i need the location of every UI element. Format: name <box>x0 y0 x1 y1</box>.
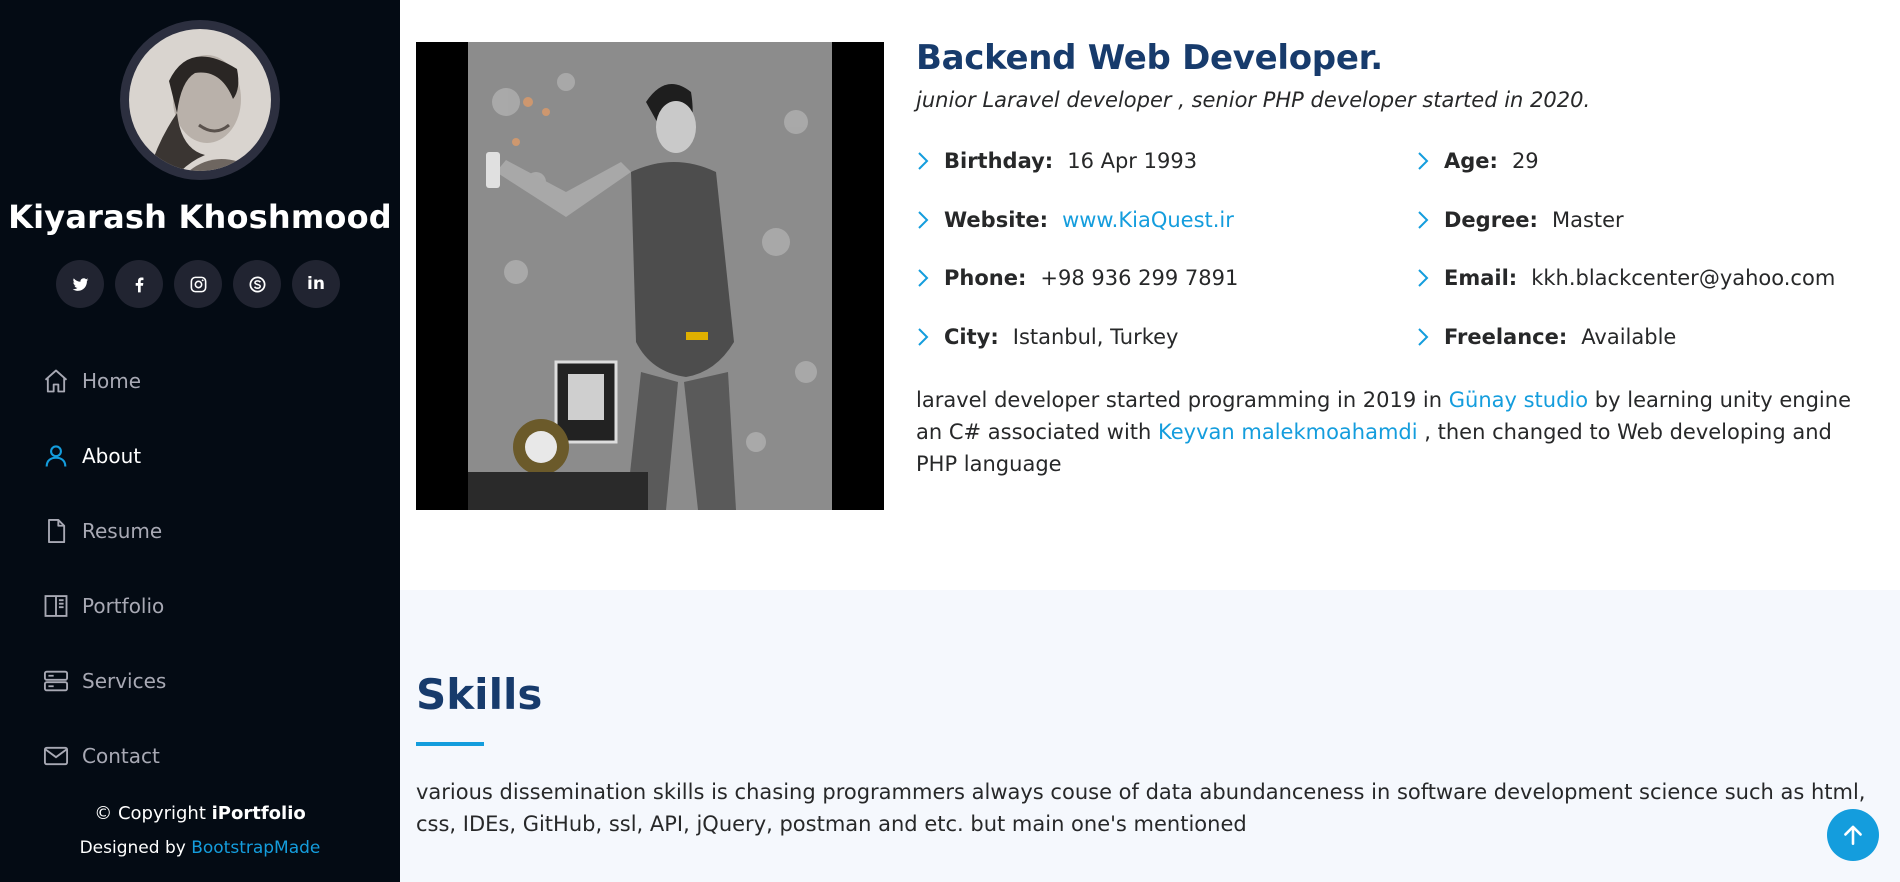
server-icon <box>41 666 71 696</box>
section-title-underline <box>416 742 484 746</box>
skills-section: Skills various dissemination skills is c… <box>400 590 1900 882</box>
nav-item-home[interactable]: Home <box>0 343 400 418</box>
book-icon <box>41 591 71 621</box>
nav-item-contact[interactable]: Contact <box>0 718 400 793</box>
nav-item-resume[interactable]: Resume <box>0 493 400 568</box>
nav-label-services: Services <box>82 668 167 693</box>
website-link[interactable]: www.KiaQuest.ir <box>1062 208 1234 232</box>
detail-value: Istanbul, Turkey <box>1012 325 1179 349</box>
detail-label: Email: <box>1444 266 1518 290</box>
detail-age: Age: 29 <box>1416 146 1539 176</box>
arrow-up-icon <box>1844 825 1862 845</box>
skype-link[interactable] <box>233 260 281 308</box>
instagram-icon <box>190 276 206 292</box>
nav-label-resume: Resume <box>82 518 163 543</box>
detail-value: +98 936 299 7891 <box>1040 266 1239 290</box>
skills-description: various dissemination skills is chasing … <box>416 780 1866 836</box>
social-links: in <box>56 260 340 308</box>
chevron-right-icon <box>1416 149 1436 173</box>
detail-label: Website: <box>944 208 1049 232</box>
about-text-part: laravel developer started programming in… <box>916 388 1449 412</box>
nav-menu: Home About Resume Portfolio Services Con… <box>0 343 400 793</box>
nav-item-services[interactable]: Services <box>0 643 400 718</box>
role-subtitle: junior Laravel developer , senior PHP de… <box>916 88 1591 112</box>
chevron-right-icon <box>916 266 936 290</box>
chevron-right-icon <box>1416 325 1436 349</box>
detail-email: Email: kkh.blackcenter@yahoo.com <box>1416 263 1835 293</box>
detail-degree: Degree: Master <box>1416 205 1624 235</box>
nav-label-home: Home <box>82 368 142 393</box>
nav-item-about[interactable]: About <box>0 418 400 493</box>
chevron-right-icon <box>916 208 936 232</box>
gunay-studio-link[interactable]: Günay studio <box>1449 388 1588 412</box>
chevron-right-icon <box>1416 208 1436 232</box>
detail-city: City: Istanbul, Turkey <box>916 322 1178 352</box>
instagram-link[interactable] <box>174 260 222 308</box>
detail-label: City: <box>944 325 999 349</box>
detail-value: Available <box>1581 325 1677 349</box>
nav-label-about: About <box>82 443 142 468</box>
copyright-brand: iPortfolio <box>211 803 306 824</box>
credits-prefix: Designed by <box>79 838 186 858</box>
about-paragraph: laravel developer started programming in… <box>916 384 1876 480</box>
detail-value: 29 <box>1511 149 1539 173</box>
detail-website: Website: www.KiaQuest.ir <box>916 205 1234 235</box>
main-content: Backend Web Developer. junior Laravel de… <box>400 0 1900 882</box>
detail-phone: Phone: +98 936 299 7891 <box>916 263 1238 293</box>
chevron-right-icon <box>1416 266 1436 290</box>
sidebar: Kiyarash Khoshmood in Home About Resume … <box>0 0 400 882</box>
profile-name: Kiyarash Khoshmood <box>8 198 392 236</box>
twitter-icon <box>72 277 88 291</box>
detail-birthday: Birthday: 16 Apr 1993 <box>916 146 1197 176</box>
linkedin-icon: in <box>307 274 325 294</box>
nav-item-portfolio[interactable]: Portfolio <box>0 568 400 643</box>
detail-value: kkh.blackcenter@yahoo.com <box>1531 266 1836 290</box>
detail-label: Degree: <box>1444 208 1538 232</box>
profile-photo <box>416 42 884 510</box>
detail-value: 16 Apr 1993 <box>1067 149 1198 173</box>
facebook-link[interactable] <box>115 260 163 308</box>
role-title: Backend Web Developer. <box>916 38 1383 78</box>
about-section: Backend Web Developer. junior Laravel de… <box>400 0 1900 590</box>
skype-icon <box>249 276 265 292</box>
chevron-right-icon <box>916 325 936 349</box>
credits: Designed by BootstrapMade <box>0 838 400 858</box>
facebook-icon <box>135 277 143 292</box>
keyvan-link[interactable]: Keyvan malekmoahamdi <box>1158 420 1418 444</box>
detail-label: Age: <box>1444 149 1498 173</box>
envelope-icon <box>41 741 71 771</box>
nav-label-contact: Contact <box>82 743 160 768</box>
nav-label-portfolio: Portfolio <box>82 593 165 618</box>
chevron-right-icon <box>916 149 936 173</box>
copyright: © Copyright iPortfolio <box>0 803 400 824</box>
detail-label: Freelance: <box>1444 325 1568 349</box>
avatar <box>120 20 280 180</box>
back-to-top-button[interactable] <box>1827 809 1879 861</box>
credits-link[interactable]: BootstrapMade <box>191 838 320 858</box>
profile-photo-image <box>416 42 884 510</box>
avatar-image <box>129 29 271 171</box>
about-content: Backend Web Developer. junior Laravel de… <box>916 38 1876 112</box>
linkedin-link[interactable]: in <box>292 260 340 308</box>
file-icon <box>41 516 71 546</box>
detail-value: Master <box>1551 208 1624 232</box>
copyright-prefix: © Copyright <box>94 803 206 824</box>
detail-label: Phone: <box>944 266 1027 290</box>
twitter-link[interactable] <box>56 260 104 308</box>
detail-label: Birthday: <box>944 149 1054 173</box>
skills-title: Skills <box>416 670 543 719</box>
home-icon <box>41 366 71 396</box>
detail-freelance: Freelance: Available <box>1416 322 1676 352</box>
person-icon <box>41 441 71 471</box>
